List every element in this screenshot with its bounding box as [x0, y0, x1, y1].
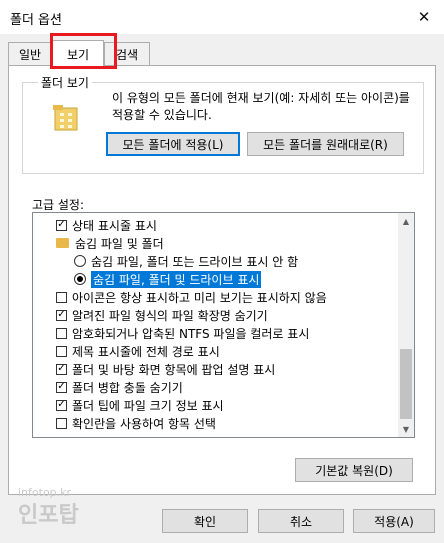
- folder-views-legend: 폴더 보기: [38, 74, 92, 91]
- checkbox-unchecked[interactable]: [56, 327, 67, 339]
- watermark: infotop.kr 인포탑: [18, 486, 79, 529]
- checkbox-unchecked[interactable]: [56, 417, 67, 429]
- radio-checked[interactable]: [74, 273, 86, 285]
- option-always-icons[interactable]: 아이콘은 항상 표시하고 미리 보기는 표시하지 않음: [56, 288, 327, 306]
- option-ntfs-color[interactable]: 암호화되거나 압축된 NTFS 파일을 컬러로 표시: [56, 324, 309, 342]
- advanced-settings-list[interactable]: ✓ 상태 표시줄 표시 숨김 파일 및 폴더 숨김 파일, 폴더 또는 드라이브…: [32, 212, 415, 438]
- ok-button[interactable]: 확인: [162, 509, 248, 533]
- option-label: 숨김 파일, 폴더 또는 드라이브 표시 안 함: [91, 254, 299, 269]
- radio-unchecked[interactable]: [74, 255, 86, 267]
- option-hide-extensions[interactable]: ✓ 알려진 파일 형식의 파일 확장명 숨기기: [56, 306, 268, 324]
- checkbox-checked[interactable]: ✓: [56, 219, 67, 231]
- option-label: 알려진 파일 형식의 파일 확장명 숨기기: [72, 308, 268, 323]
- apply-to-all-folders-button[interactable]: 모든 폴더에 적용(L): [106, 132, 240, 156]
- option-full-path[interactable]: 제목 표시줄에 전체 경로 표시: [56, 342, 220, 360]
- folder-icon: [56, 238, 69, 248]
- tab-general-label: 일반: [18, 47, 42, 62]
- option-hidden-files-group: 숨김 파일 및 폴더: [56, 234, 164, 252]
- checkbox-checked[interactable]: ✓: [56, 363, 67, 375]
- folder-view-icon: [53, 105, 78, 131]
- scroll-up-arrow-icon[interactable]: ▲: [398, 213, 414, 229]
- option-size-tips[interactable]: ✓ 폴더 팁에 파일 크기 정보 표시: [56, 396, 224, 414]
- option-label: 폴더 팁에 파일 크기 정보 표시: [72, 398, 224, 413]
- option-label: 확인란을 사용하여 항목 선택: [72, 416, 216, 431]
- checkbox-checked[interactable]: ✓: [56, 399, 67, 411]
- advanced-settings-label: 고급 설정:: [32, 198, 85, 212]
- option-label: 상태 표시줄 표시: [72, 218, 157, 233]
- folder-views-description: 이 유형의 모든 폴더에 현재 보기(예: 자세히 또는 아이콘)를 적용할 수…: [112, 91, 410, 122]
- apply-button[interactable]: 적용(A): [353, 509, 435, 533]
- option-label: 아이콘은 항상 표시하고 미리 보기는 표시하지 않음: [72, 290, 327, 305]
- watermark-brand: 인포탑: [18, 503, 79, 528]
- scroll-down-arrow-icon[interactable]: ▼: [398, 421, 414, 437]
- checkbox-checked[interactable]: ✓: [56, 309, 67, 321]
- window-title: 폴더 옵션: [10, 13, 62, 28]
- option-checkboxes-select[interactable]: 확인란을 사용하여 항목 선택: [56, 414, 216, 432]
- tab-search[interactable]: 검색: [104, 42, 150, 65]
- restore-defaults-button[interactable]: 기본값 복원(D): [295, 458, 413, 482]
- option-label-selected: 숨김 파일, 폴더 및 드라이브 표시: [91, 270, 262, 288]
- tab-general[interactable]: 일반: [8, 42, 52, 65]
- option-label: 제목 표시줄에 전체 경로 표시: [72, 344, 220, 359]
- close-icon: ✕: [417, 8, 431, 26]
- option-label: 숨김 파일 및 폴더: [75, 236, 164, 251]
- option-status-bar[interactable]: ✓ 상태 표시줄 표시: [56, 216, 157, 234]
- tab-view-label: 보기: [66, 47, 90, 62]
- scrollbar-thumb[interactable]: [400, 349, 412, 419]
- close-button[interactable]: ✕: [404, 0, 444, 34]
- option-hide-hidden[interactable]: 숨김 파일, 폴더 또는 드라이브 표시 안 함: [74, 252, 298, 270]
- option-show-hidden[interactable]: 숨김 파일, 폴더 및 드라이브 표시: [74, 270, 262, 288]
- checkbox-unchecked[interactable]: [56, 345, 67, 357]
- tab-view[interactable]: 보기: [52, 40, 104, 67]
- option-merge-conflicts[interactable]: ✓ 폴더 병합 충돌 숨기기: [56, 378, 183, 396]
- option-label: 폴더 병합 충돌 숨기기: [72, 380, 183, 395]
- tab-search-label: 검색: [115, 47, 139, 62]
- option-popup-desc[interactable]: ✓ 폴더 및 바탕 화면 항목에 팝업 설명 표시: [56, 360, 275, 378]
- cancel-button[interactable]: 취소: [258, 509, 344, 533]
- vertical-scrollbar[interactable]: ▲ ▼: [398, 213, 414, 437]
- checkbox-unchecked[interactable]: [56, 291, 67, 303]
- checkbox-checked[interactable]: ✓: [56, 381, 67, 393]
- reset-all-folders-button[interactable]: 모든 폴더를 원래대로(R): [247, 132, 404, 156]
- title-bar: 폴더 옵션 ✕: [0, 0, 444, 34]
- option-label: 암호화되거나 압축된 NTFS 파일을 컬러로 표시: [72, 326, 310, 341]
- option-label: 폴더 및 바탕 화면 항목에 팝업 설명 표시: [72, 362, 276, 377]
